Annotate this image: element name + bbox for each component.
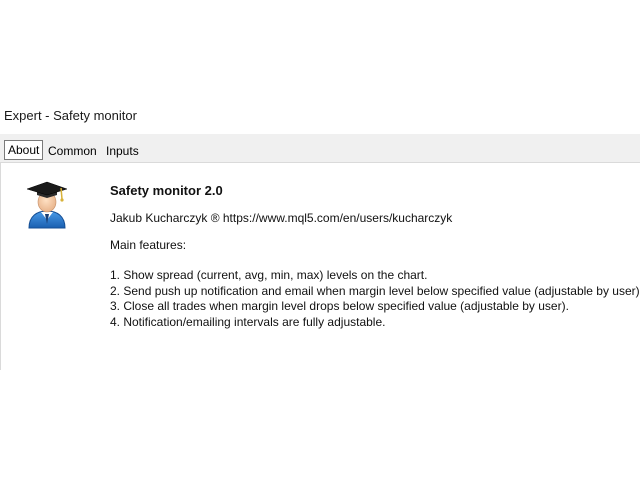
tab-about[interactable]: About <box>4 140 44 160</box>
about-panel <box>0 163 640 370</box>
tab-inputs[interactable]: Inputs <box>103 142 142 160</box>
window-title: Expert - Safety monitor <box>4 108 137 123</box>
features-heading: Main features: <box>110 238 187 252</box>
feature-item: 2. Send push up notification and email w… <box>110 284 640 298</box>
tab-bar: About Common Inputs <box>0 134 640 163</box>
feature-item: 3. Close all trades when margin level dr… <box>110 299 569 313</box>
app-name: Safety monitor 2.0 <box>110 183 223 198</box>
author-line: Jakub Kucharczyk ® https://www.mql5.com/… <box>110 211 453 225</box>
tab-common[interactable]: Common <box>45 142 100 160</box>
graduate-user-icon <box>26 181 68 229</box>
feature-item: 1. Show spread (current, avg, min, max) … <box>110 268 428 282</box>
feature-item: 4. Notification/emailing intervals are f… <box>110 315 386 329</box>
